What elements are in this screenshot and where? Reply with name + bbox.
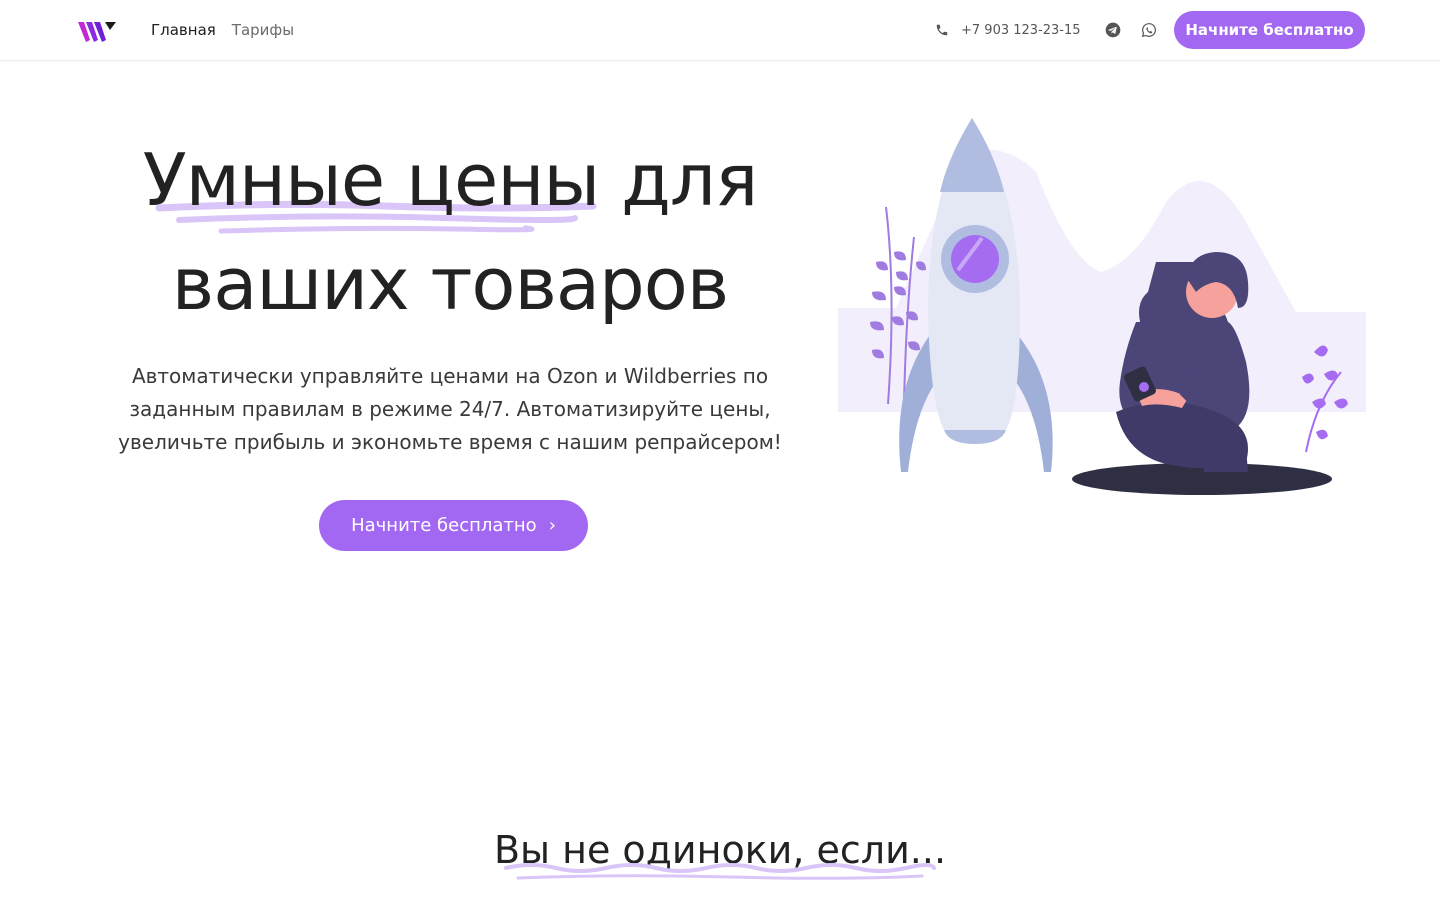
whatsapp-icon[interactable] [1141,22,1157,38]
hero-start-free-button[interactable]: Начните бесплатно › [319,500,588,551]
chevron-right-icon: › [548,515,556,536]
hero-cta-label: Начните бесплатно [351,515,537,536]
hero-title: Умные цены для ваших товаров [80,128,820,336]
section-title-underline-decoration [504,863,936,880]
hero-title-line-2: ваших товаров [171,242,729,326]
logo-icon[interactable] [78,18,118,46]
hero-title-line-1: Умные цены для [142,138,759,222]
contacts: +7 903 123-23-15 [935,0,1157,60]
phone-link[interactable]: +7 903 123-23-15 [961,23,1081,38]
phone-icon [936,24,948,36]
nav-link-home[interactable]: Главная [151,21,216,39]
main-nav: Главная Тарифы [151,0,294,60]
telegram-icon[interactable] [1105,22,1121,38]
header-start-free-button[interactable]: Начните бесплатно [1174,11,1365,49]
rocket-illustration [838,118,1366,495]
nav-link-pricing[interactable]: Тарифы [232,21,294,39]
hero-description: Автоматически управляйте ценами на Ozon … [118,364,782,454]
site-header: Главная Тарифы +7 903 123-23-15 Начните … [0,0,1440,61]
